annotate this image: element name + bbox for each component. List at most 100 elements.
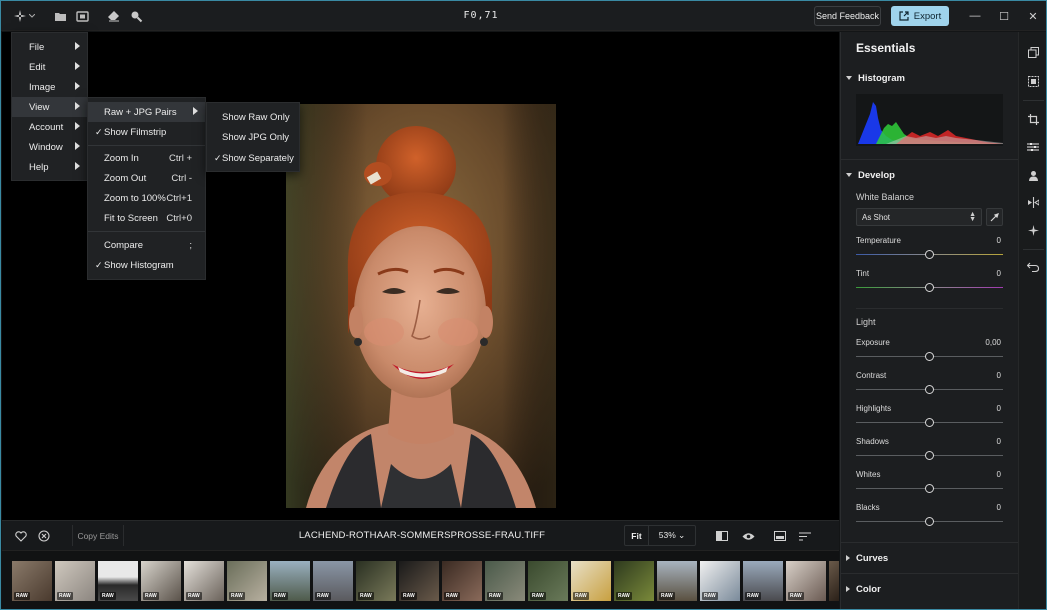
highlights-value[interactable]: 0 bbox=[997, 404, 1001, 413]
filmstrip-thumbnail[interactable]: RAW bbox=[270, 561, 310, 601]
close-button[interactable]: ✕ bbox=[1026, 9, 1040, 23]
ai-sparkle-icon[interactable] bbox=[1027, 224, 1039, 236]
menu-zoom-in[interactable]: Zoom In Ctrl + bbox=[88, 148, 205, 168]
filmstrip-thumbnail[interactable]: RAW bbox=[98, 561, 138, 601]
adjustments-icon[interactable] bbox=[1026, 141, 1040, 153]
menu-raw-jpg-pairs[interactable]: Raw + JPG Pairs bbox=[88, 102, 205, 122]
menu-fit-to-screen[interactable]: Fit to Screen Ctrl+0 bbox=[88, 208, 205, 228]
filmstrip-thumbnail[interactable]: RAW bbox=[442, 561, 482, 601]
sort-icon[interactable] bbox=[798, 529, 812, 543]
blacks-value[interactable]: 0 bbox=[997, 503, 1001, 512]
menu-edit[interactable]: Edit bbox=[12, 57, 87, 77]
reject-icon[interactable] bbox=[37, 529, 51, 543]
menu-zoom-100[interactable]: Zoom to 100% Ctrl+1 bbox=[88, 188, 205, 208]
fit-button[interactable]: Fit bbox=[625, 526, 649, 545]
chevron-down-icon[interactable] bbox=[28, 8, 36, 24]
whites-label: Whites bbox=[856, 470, 881, 479]
exposure-value[interactable]: 0,00 bbox=[985, 338, 1001, 347]
undo-history-icon[interactable] bbox=[1027, 261, 1039, 273]
menu-show-separately[interactable]: ✓ Show Separately bbox=[207, 148, 299, 168]
filmstrip-thumbnail[interactable]: RAW bbox=[227, 561, 267, 601]
filmstrip-thumbnail[interactable]: RAW bbox=[528, 561, 568, 601]
shadows-value[interactable]: 0 bbox=[997, 437, 1001, 446]
copy-edits-button[interactable]: Copy Edits bbox=[72, 525, 124, 546]
copy-icon[interactable] bbox=[1027, 46, 1039, 58]
menu-zoom-out[interactable]: Zoom Out Ctrl - bbox=[88, 168, 205, 188]
histogram-section-header[interactable]: Histogram bbox=[846, 71, 905, 85]
filmstrip-thumbnail[interactable]: RAW bbox=[743, 561, 783, 601]
shadows-slider-handle[interactable] bbox=[925, 451, 934, 460]
search-icon[interactable] bbox=[128, 8, 144, 24]
color-section-header[interactable]: Color bbox=[846, 582, 881, 596]
section-divider bbox=[841, 542, 1019, 543]
app-logo-icon[interactable] bbox=[12, 8, 28, 24]
filmstrip-thumbnail[interactable]: RAW bbox=[12, 561, 52, 601]
transform-icon[interactable] bbox=[1027, 196, 1039, 208]
select-icon[interactable] bbox=[1027, 75, 1039, 87]
whites-value[interactable]: 0 bbox=[997, 470, 1001, 479]
folder-icon[interactable] bbox=[52, 8, 68, 24]
tint-slider-handle[interactable] bbox=[925, 283, 934, 292]
menu-file[interactable]: File bbox=[12, 37, 87, 57]
submenu-arrow-icon bbox=[75, 102, 80, 110]
filmstrip-toggle-icon[interactable] bbox=[773, 529, 787, 543]
filmstrip-thumbnail[interactable]: RAW bbox=[313, 561, 353, 601]
raw-badge: RAW bbox=[272, 592, 288, 600]
compare-view-icon[interactable] bbox=[715, 529, 729, 543]
eraser-icon[interactable] bbox=[105, 8, 121, 24]
temperature-slider-handle[interactable] bbox=[925, 250, 934, 259]
filmstrip-thumbnail[interactable]: RAW bbox=[786, 561, 826, 601]
import-icon[interactable] bbox=[74, 8, 90, 24]
show-separately-label: Show Separately bbox=[222, 152, 294, 164]
menu-show-filmstrip[interactable]: ✓ Show Filmstrip bbox=[88, 122, 205, 142]
filmstrip-thumbnail[interactable]: RAW bbox=[700, 561, 740, 601]
minimize-button[interactable]: — bbox=[968, 9, 982, 23]
histogram-label: Histogram bbox=[858, 72, 905, 84]
contrast-slider-handle[interactable] bbox=[925, 385, 934, 394]
temperature-value[interactable]: 0 bbox=[997, 236, 1001, 245]
filmstrip-thumbnail[interactable]: RAW bbox=[399, 561, 439, 601]
curves-section-header[interactable]: Curves bbox=[846, 551, 888, 565]
light-label: Light bbox=[856, 317, 876, 327]
menu-help[interactable]: Help bbox=[12, 157, 87, 177]
menu-window[interactable]: Window bbox=[12, 137, 87, 157]
filmstrip-thumbnail[interactable]: RAW bbox=[141, 561, 181, 601]
filmstrip-thumbnail[interactable] bbox=[829, 561, 839, 601]
exposure-slider-handle[interactable] bbox=[925, 352, 934, 361]
filmstrip-thumbnail[interactable]: RAW bbox=[571, 561, 611, 601]
blacks-slider-handle[interactable] bbox=[925, 517, 934, 526]
zoom-level-dropdown[interactable]: 53% ⌄ bbox=[649, 526, 695, 545]
filmstrip-thumbnail[interactable]: RAW bbox=[184, 561, 224, 601]
whites-slider-handle[interactable] bbox=[925, 484, 934, 493]
filmstrip-thumbnail[interactable]: RAW bbox=[356, 561, 396, 601]
heart-icon[interactable] bbox=[14, 529, 28, 543]
eyedropper-icon[interactable] bbox=[986, 208, 1003, 226]
highlights-slider-handle[interactable] bbox=[925, 418, 934, 427]
contrast-value[interactable]: 0 bbox=[997, 371, 1001, 380]
check-icon: ✓ bbox=[95, 126, 103, 137]
filmstrip-thumbnail[interactable]: RAW bbox=[614, 561, 654, 601]
filmstrip-thumbnail[interactable]: RAW bbox=[55, 561, 95, 601]
white-balance-select[interactable]: As Shot ▲ ▼ bbox=[856, 208, 982, 226]
menu-image[interactable]: Image bbox=[12, 77, 87, 97]
filmstrip-thumbnail[interactable]: RAW bbox=[485, 561, 525, 601]
menu-show-histogram[interactable]: ✓ Show Histogram bbox=[88, 255, 205, 275]
raw-jpg-submenu: Show Raw Only Show JPG Only ✓ Show Separa… bbox=[206, 102, 300, 172]
filmstrip-thumbnail[interactable]: RAW bbox=[657, 561, 697, 601]
menu-compare[interactable]: Compare; bbox=[88, 235, 205, 255]
menu-show-raw-only[interactable]: Show Raw Only bbox=[207, 107, 299, 127]
menu-account[interactable]: Account bbox=[12, 117, 87, 137]
develop-section-header[interactable]: Develop bbox=[846, 168, 895, 182]
portrait-icon[interactable] bbox=[1027, 169, 1039, 181]
raw-badge: RAW bbox=[57, 592, 73, 600]
export-button[interactable]: Export bbox=[891, 6, 949, 26]
tint-value[interactable]: 0 bbox=[997, 269, 1001, 278]
menu-show-jpg-only[interactable]: Show JPG Only bbox=[207, 127, 299, 147]
histogram bbox=[856, 94, 1003, 146]
send-feedback-button[interactable]: Send Feedback bbox=[814, 6, 881, 26]
eye-icon[interactable] bbox=[741, 529, 755, 543]
maximize-button[interactable]: ☐ bbox=[997, 9, 1011, 23]
menu-view[interactable]: View bbox=[12, 97, 87, 117]
crop-icon[interactable] bbox=[1027, 113, 1039, 125]
menu-file-label: File bbox=[29, 41, 45, 53]
